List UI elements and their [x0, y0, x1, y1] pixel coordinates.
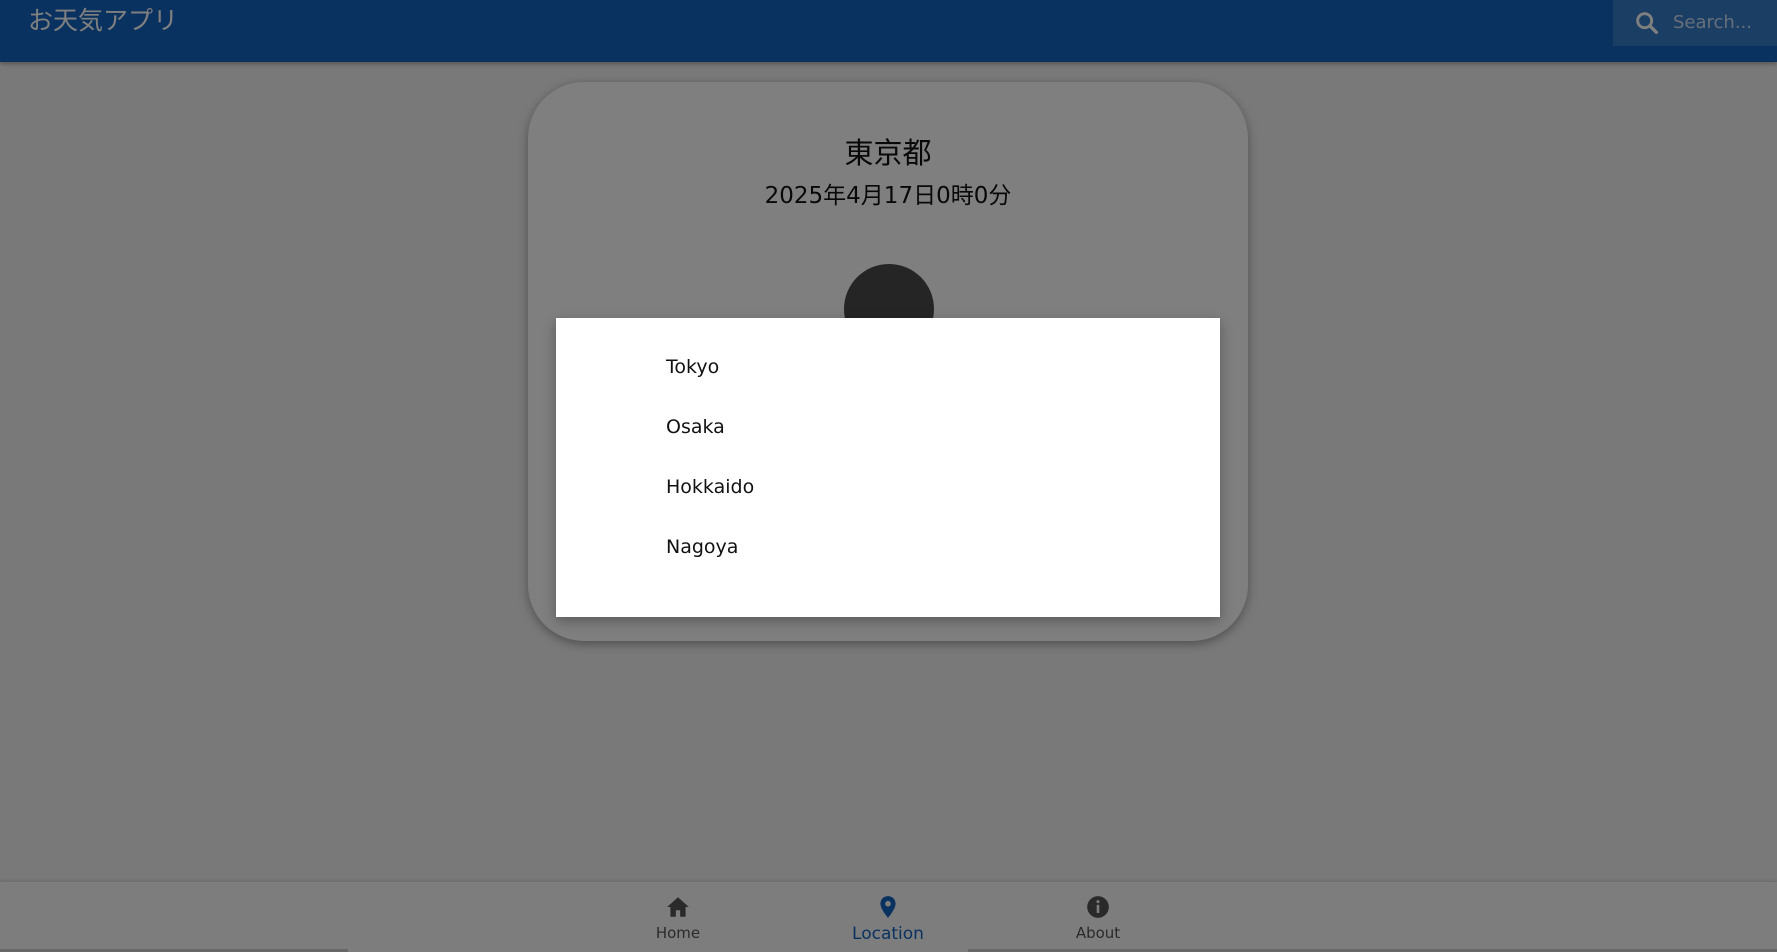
menu-item-label: Osaka	[666, 416, 725, 438]
menu-item-tokyo[interactable]: Tokyo	[556, 338, 1220, 398]
menu-item-hokkaido[interactable]: Hokkaido	[556, 458, 1220, 518]
menu-item-label: Hokkaido	[666, 476, 755, 498]
menu-item-label: Nagoya	[666, 536, 739, 558]
menu-item-osaka[interactable]: Osaka	[556, 398, 1220, 458]
location-menu: Tokyo Osaka Hokkaido Nagoya	[556, 318, 1220, 617]
menu-item-nagoya[interactable]: Nagoya	[556, 518, 1220, 578]
menu-item-label: Tokyo	[666, 356, 720, 378]
